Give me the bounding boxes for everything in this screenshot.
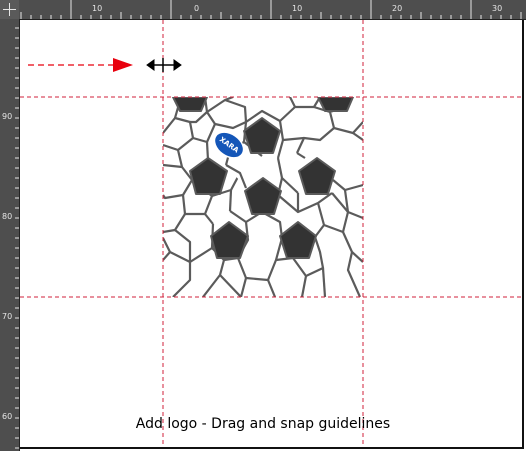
instruction-caption: Add logo - Drag and snap guidelines xyxy=(135,416,391,432)
canvas-border xyxy=(20,20,524,449)
